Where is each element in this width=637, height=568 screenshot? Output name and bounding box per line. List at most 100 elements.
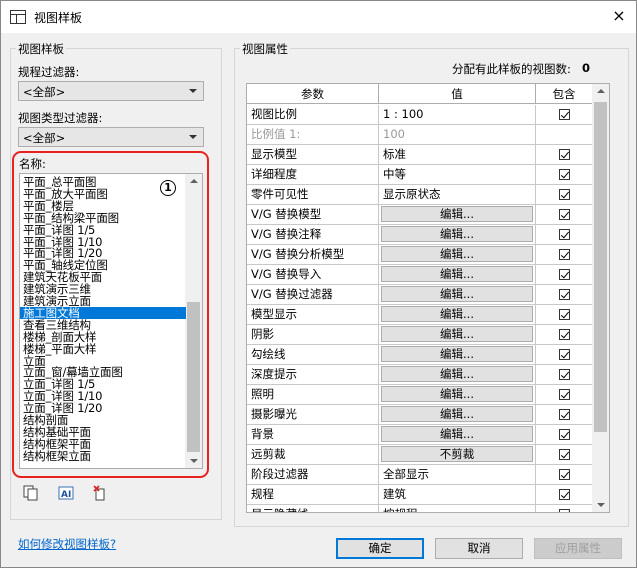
edit-button[interactable]: 编辑... bbox=[381, 406, 533, 422]
column-header-value[interactable]: 值 bbox=[379, 84, 536, 104]
parameter-cell: 勾绘线 bbox=[247, 345, 379, 364]
value-cell: 编辑... bbox=[379, 325, 536, 344]
list-item[interactable]: 结构框架立面 bbox=[23, 450, 91, 462]
value-cell: 不剪裁 bbox=[379, 445, 536, 464]
view-properties-group-label: 视图属性 bbox=[240, 41, 290, 57]
chevron-down-icon bbox=[189, 135, 197, 139]
column-header-parameter[interactable]: 参数 bbox=[247, 84, 379, 104]
list-item[interactable]: 平面_结构梁平面图 bbox=[23, 212, 119, 224]
scroll-down-icon[interactable] bbox=[597, 503, 605, 507]
scrollbar-thumb[interactable] bbox=[187, 302, 200, 452]
include-checkbox[interactable] bbox=[559, 109, 570, 120]
include-checkbox[interactable] bbox=[559, 309, 570, 320]
include-cell bbox=[536, 465, 593, 484]
table-row: 背景 编辑... bbox=[247, 425, 593, 445]
value-cell[interactable]: 建筑 bbox=[379, 485, 536, 504]
value-cell: 编辑... bbox=[379, 425, 536, 444]
value-cell[interactable]: 全部显示 bbox=[379, 465, 536, 484]
list-item[interactable]: 结构框架平面 bbox=[23, 438, 91, 450]
include-cell bbox=[536, 345, 593, 364]
value-cell[interactable]: 中等 bbox=[379, 165, 536, 184]
value-cell: 编辑... bbox=[379, 225, 536, 244]
edit-button[interactable]: 编辑... bbox=[381, 246, 533, 262]
apply-properties-button[interactable]: 应用属性 bbox=[534, 538, 622, 559]
include-checkbox[interactable] bbox=[559, 329, 570, 340]
table-row: 零件可见性 显示原状态 bbox=[247, 185, 593, 205]
edit-button[interactable]: 编辑... bbox=[381, 366, 533, 382]
edit-button[interactable]: 不剪裁 bbox=[381, 446, 533, 462]
parameter-cell: 详细程度 bbox=[247, 165, 379, 184]
table-scrollbar[interactable] bbox=[592, 84, 609, 512]
include-cell bbox=[536, 205, 593, 224]
include-checkbox[interactable] bbox=[559, 189, 570, 200]
parameter-cell: 比例值 1: bbox=[247, 125, 379, 144]
table-row: 阶段过滤器 全部显示 bbox=[247, 465, 593, 485]
edit-button[interactable]: 编辑... bbox=[381, 386, 533, 402]
list-item[interactable]: 楼梯_平面大样 bbox=[23, 343, 97, 355]
parameter-cell: 显示隐藏线 bbox=[247, 505, 379, 512]
include-cell bbox=[536, 265, 593, 284]
scroll-up-icon[interactable] bbox=[190, 179, 198, 183]
include-checkbox[interactable] bbox=[559, 349, 570, 360]
include-checkbox[interactable] bbox=[559, 509, 570, 512]
value-cell: 编辑... bbox=[379, 365, 536, 384]
help-link[interactable]: 如何修改视图样板? bbox=[18, 536, 116, 552]
list-item[interactable]: 平面_详图 1/5 bbox=[23, 224, 95, 236]
table-row: 勾绘线 编辑... bbox=[247, 345, 593, 365]
edit-button[interactable]: 编辑... bbox=[381, 286, 533, 302]
list-item[interactable]: 楼梯_剖面大样 bbox=[23, 331, 97, 343]
parameter-cell: 视图比例 bbox=[247, 105, 379, 124]
include-checkbox[interactable] bbox=[559, 409, 570, 420]
edit-button[interactable]: 编辑... bbox=[381, 306, 533, 322]
edit-button[interactable]: 编辑... bbox=[381, 266, 533, 282]
cancel-button[interactable]: 取消 bbox=[435, 538, 523, 559]
scroll-up-icon[interactable] bbox=[597, 89, 605, 93]
include-checkbox[interactable] bbox=[559, 289, 570, 300]
include-checkbox[interactable] bbox=[559, 489, 570, 500]
include-cell bbox=[536, 225, 593, 244]
include-checkbox[interactable] bbox=[559, 269, 570, 280]
duplicate-icon[interactable] bbox=[23, 485, 39, 501]
include-checkbox[interactable] bbox=[559, 149, 570, 160]
parameter-cell: 照明 bbox=[247, 385, 379, 404]
include-checkbox[interactable] bbox=[559, 469, 570, 480]
view-type-filter-value: <全部> bbox=[23, 131, 66, 145]
include-checkbox[interactable] bbox=[559, 429, 570, 440]
list-scrollbar[interactable] bbox=[185, 174, 202, 468]
scrollbar-thumb[interactable] bbox=[594, 102, 607, 432]
value-cell[interactable]: 标准 bbox=[379, 145, 536, 164]
scroll-down-icon[interactable] bbox=[190, 459, 198, 463]
include-checkbox[interactable] bbox=[559, 449, 570, 460]
value-cell: 编辑... bbox=[379, 265, 536, 284]
value-cell: 编辑... bbox=[379, 385, 536, 404]
include-cell bbox=[536, 485, 593, 504]
value-cell[interactable]: 按规程 bbox=[379, 505, 536, 512]
rename-icon[interactable]: AI bbox=[58, 485, 74, 501]
template-names-list[interactable]: 平面_总平面图 平面_放大平面图 平面_楼层 平面_结构梁平面图 平面_详图 1/5 平面… bbox=[19, 173, 203, 469]
edit-button[interactable]: 编辑... bbox=[381, 346, 533, 362]
discipline-filter-combo[interactable]: <全部> bbox=[18, 81, 204, 101]
include-checkbox[interactable] bbox=[559, 169, 570, 180]
include-checkbox[interactable] bbox=[559, 249, 570, 260]
ok-button[interactable]: 确定 bbox=[336, 538, 424, 559]
edit-button[interactable]: 编辑... bbox=[381, 326, 533, 342]
include-checkbox[interactable] bbox=[559, 389, 570, 400]
value-cell[interactable]: 1 : 100 bbox=[379, 105, 536, 124]
names-label: 名称: bbox=[19, 157, 46, 171]
close-button[interactable]: × bbox=[606, 5, 632, 29]
include-cell bbox=[536, 125, 593, 144]
list-item[interactable]: 平面_楼层 bbox=[23, 200, 74, 212]
edit-button[interactable]: 编辑... bbox=[381, 226, 533, 242]
table-row: 照明 编辑... bbox=[247, 385, 593, 405]
include-checkbox[interactable] bbox=[559, 209, 570, 220]
value-cell[interactable]: 显示原状态 bbox=[379, 185, 536, 204]
column-header-include[interactable]: 包含 bbox=[536, 84, 593, 104]
include-checkbox[interactable] bbox=[559, 369, 570, 380]
include-checkbox[interactable] bbox=[559, 229, 570, 240]
edit-button[interactable]: 编辑... bbox=[381, 206, 533, 222]
delete-icon[interactable] bbox=[92, 485, 108, 501]
view-type-filter-combo[interactable]: <全部> bbox=[18, 127, 204, 147]
edit-button[interactable]: 编辑... bbox=[381, 426, 533, 442]
list-item[interactable]: 查看三维结构 bbox=[23, 319, 91, 331]
include-cell bbox=[536, 445, 593, 464]
